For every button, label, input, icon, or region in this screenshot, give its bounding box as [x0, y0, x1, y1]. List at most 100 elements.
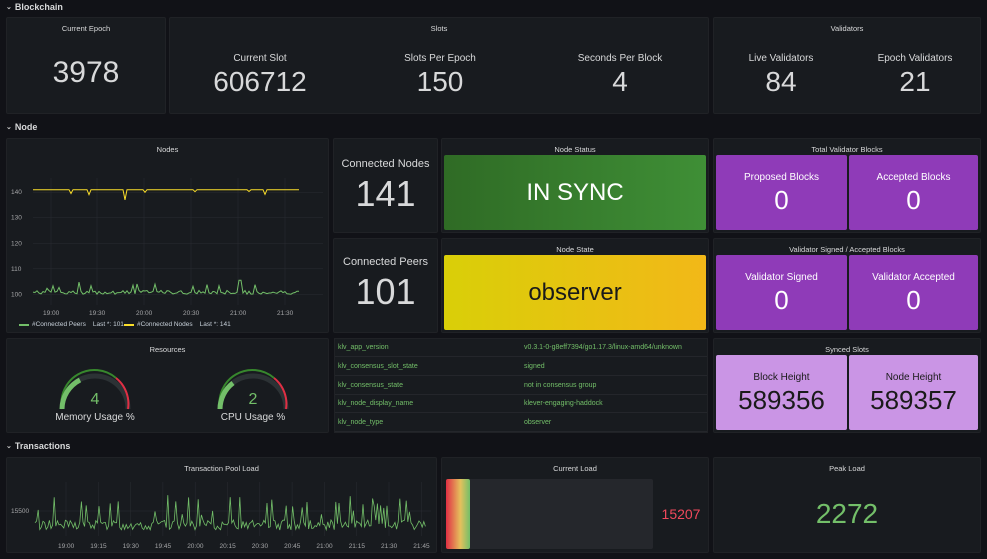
- table-key: klv_consensus_slot_state: [338, 362, 418, 370]
- seconds-per-block-value: 4: [612, 66, 628, 97]
- proposed-blocks-value: 0: [774, 185, 789, 215]
- x-tick-label: 21:15: [349, 543, 366, 550]
- cpu-gauge: [217, 368, 289, 410]
- x-tick-label: 19:15: [90, 543, 107, 550]
- panel-validators: Validators Live Validators 84 Epoch Vali…: [713, 17, 981, 114]
- cpu-usage-value: 2: [248, 391, 258, 408]
- node-height-label: Node Height: [885, 372, 942, 383]
- y-tick-label: 110: [11, 266, 22, 273]
- current-slot-label: Current Slot: [233, 53, 287, 64]
- panel-title: Current Epoch: [61, 24, 111, 33]
- row-node-label: Node: [14, 122, 38, 132]
- table-value: observer: [524, 419, 552, 427]
- table-row: klv_consensus_slot_state signed: [335, 358, 707, 376]
- panel-title: Validator Signed / Accepted Blocks: [789, 245, 905, 254]
- y-tick-label: 130: [11, 215, 22, 222]
- memory-gauge: [59, 368, 131, 410]
- slots-per-epoch-value: 150: [416, 66, 464, 97]
- row-blockchain-label: Blockchain: [14, 2, 63, 12]
- chevron-down-icon: ⌄: [6, 4, 12, 11]
- row-transactions[interactable]: ⌄ Transactions: [6, 441, 70, 451]
- panel-resources: Resources 4 Memory Usage % 2 CPU Usage %: [6, 338, 329, 433]
- y-tick-label: 140: [11, 189, 22, 196]
- panel-title: Node Status: [554, 145, 596, 154]
- node-info-table: klv_app_version v0.3.1-0-g8eff7394/go1.17…: [334, 338, 708, 433]
- table-key: klv_node_type: [338, 419, 384, 427]
- panel-title: Current Load: [553, 464, 597, 473]
- current-load-value: 15207: [661, 506, 701, 522]
- panel-connected-peers: Connected Peers 101: [333, 238, 438, 333]
- chevron-down-icon: ⌄: [6, 443, 12, 450]
- memory-usage-value: 4: [90, 391, 100, 408]
- panel-current-epoch: Current Epoch 3978: [6, 17, 166, 114]
- accepted-blocks-box: Accepted Blocks 0: [849, 155, 978, 230]
- block-height-value: 589356: [738, 385, 825, 415]
- memory-usage-label: Memory Usage %: [55, 412, 135, 423]
- table-row: klv_app_version v0.3.1-0-g8eff7394/go1.17…: [335, 339, 707, 357]
- x-tick-label: 20:30: [183, 310, 200, 317]
- y-tick-label: 15500: [11, 508, 29, 515]
- current-slot-value: 606712: [213, 66, 307, 97]
- x-tick-label: 20:00: [136, 310, 153, 317]
- x-tick-label: 20:45: [284, 543, 301, 550]
- table-value: signed: [524, 362, 545, 370]
- panel-title: Node State: [556, 245, 594, 254]
- panel-node-status: Node Status IN SYNC: [441, 138, 709, 233]
- x-tick-label: 20:15: [220, 543, 237, 550]
- y-axis: 140 130 120 110 100: [11, 189, 22, 298]
- panel-peak-load: Peak Load 2272: [713, 457, 981, 553]
- table-row: klv_node_type observer: [335, 414, 707, 433]
- chevron-down-icon: ⌄: [6, 124, 12, 131]
- validator-accepted-label: Validator Accepted: [872, 272, 955, 283]
- live-validators-label: Live Validators: [748, 53, 814, 64]
- block-height-label: Block Height: [753, 372, 810, 383]
- current-load-bar: [446, 479, 470, 549]
- x-tick-label: 19:45: [155, 543, 172, 550]
- legend-name: #Connected Peers: [32, 321, 86, 328]
- panel-title: Total Validator Blocks: [811, 145, 883, 154]
- current-epoch-value: 3978: [52, 56, 120, 89]
- panel-current-load: Current Load 15207: [441, 457, 709, 553]
- block-height-box: Block Height 589356: [716, 355, 847, 430]
- validator-accepted-value: 0: [906, 285, 921, 315]
- legend-name: #Connected Nodes: [137, 321, 193, 328]
- x-tick-label: 20:30: [252, 543, 269, 550]
- panel-title: Resources: [149, 345, 186, 354]
- panel-validator-signed: Validator Signed / Accepted Blocks Valid…: [713, 238, 981, 333]
- node-height-box: Node Height 589357: [849, 355, 978, 430]
- row-node[interactable]: ⌄ Node: [6, 122, 37, 132]
- x-tick-label: 21:45: [413, 543, 430, 550]
- x-axis: 19:00 19:30 20:00 20:30 21:00 21:30: [43, 310, 294, 317]
- panel-connected-nodes: Connected Nodes 141: [333, 138, 438, 233]
- node-status-value: IN SYNC: [526, 179, 624, 206]
- table-value: not in consensus group: [524, 381, 597, 389]
- x-tick-label: 21:30: [381, 543, 398, 550]
- legend-connected-nodes[interactable]: #Connected Nodes Last *: 141: [124, 321, 231, 328]
- panel-title: Peak Load: [829, 464, 865, 473]
- node-status-box: IN SYNC: [444, 155, 706, 230]
- panel-synced-slots: Synced Slots Block Height 589356 Node He…: [713, 338, 981, 433]
- x-tick-label: 21:30: [277, 310, 294, 317]
- accepted-blocks-value: 0: [906, 185, 921, 215]
- x-tick-label: 21:00: [316, 543, 333, 550]
- live-validators-value: 84: [765, 66, 797, 97]
- seconds-per-block-label: Seconds Per Block: [577, 53, 663, 64]
- validator-accepted-box: Validator Accepted 0: [849, 255, 978, 330]
- y-tick-label: 100: [11, 291, 22, 298]
- current-load-track: [446, 479, 653, 549]
- legend-last: Last *: 101: [92, 321, 124, 328]
- row-transactions-label: Transactions: [14, 441, 71, 451]
- x-tick-label: 21:00: [230, 310, 247, 317]
- x-tick-label: 19:00: [43, 310, 60, 317]
- chart-grid: [33, 482, 431, 536]
- legend-swatch: [19, 323, 29, 326]
- x-tick-label: 19:00: [58, 543, 75, 550]
- panel-slots: Slots Current Slot 606712 Slots Per Epoc…: [169, 17, 709, 114]
- connected-peers-label: Connected Peers: [343, 256, 428, 268]
- legend-connected-peers[interactable]: #Connected Peers Last *: 101: [19, 321, 124, 328]
- y-tick-label: 120: [11, 240, 22, 247]
- peak-load-value: 2272: [815, 498, 879, 529]
- proposed-blocks-label: Proposed Blocks: [743, 172, 820, 183]
- row-blockchain[interactable]: ⌄ Blockchain: [6, 2, 63, 12]
- panel-tx-pool-load: Transaction Pool Load 15500 19:00 19:15 19…: [6, 457, 437, 553]
